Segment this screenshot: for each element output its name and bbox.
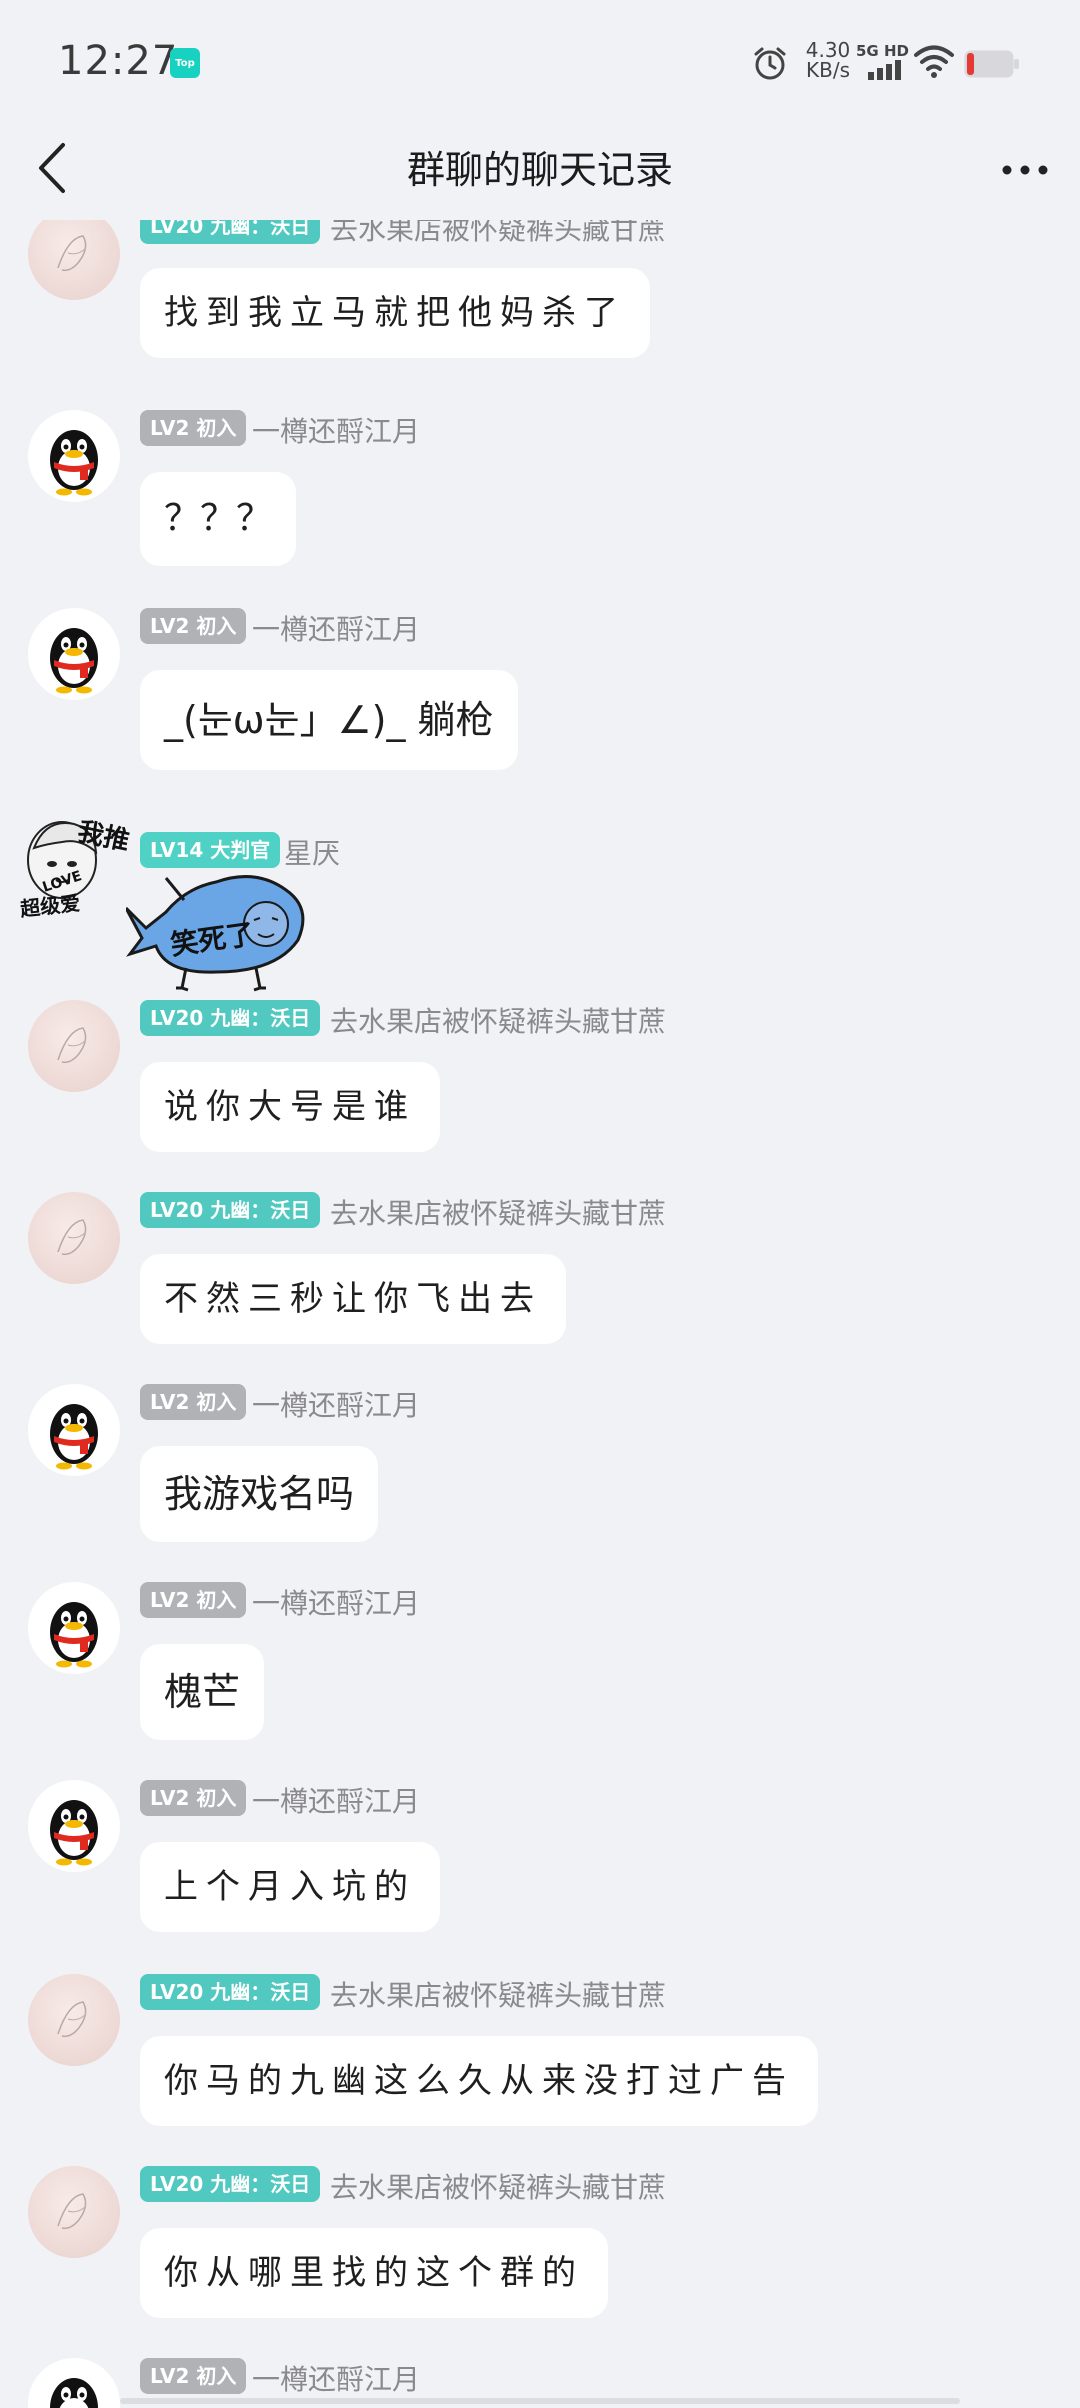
sticker-message[interactable]: 笑死了	[124, 848, 316, 1000]
network-speed: 4.30 KB/s	[798, 40, 858, 80]
nickname: 一樽还酹江月	[252, 1389, 421, 1422]
level-badge: LV2 初入	[140, 410, 247, 446]
level-badge: LV20 九幽：沃日	[140, 220, 321, 244]
battery-icon	[964, 50, 1019, 78]
nickname: 一樽还酹江月	[252, 613, 421, 646]
wifi-icon	[914, 45, 954, 78]
nickname: 去水果店被怀疑裤头藏甘蔗	[330, 220, 667, 246]
nickname: 去水果店被怀疑裤头藏甘蔗	[330, 1979, 667, 2012]
status-bar: 12:27 Top 4.30 KB/s 5G HD	[0, 0, 1080, 125]
level-badge: LV20 九幽：沃日	[140, 1192, 321, 1228]
network-speed-unit: KB/s	[806, 58, 850, 82]
more-dots-icon	[1002, 165, 1048, 175]
status-icons: 4.30 KB/s 5G HD	[752, 40, 1052, 90]
nav-bar: 群聊的聊天记录	[0, 125, 1080, 220]
level-badge: LV2 初入	[140, 1384, 247, 1420]
penguin-icon	[50, 2378, 98, 2408]
penguin-avatar[interactable]	[28, 410, 120, 502]
sketch-drawing-icon	[57, 2001, 87, 2038]
sketch-drawing-icon	[57, 1027, 87, 1064]
sketch-avatar[interactable]	[28, 220, 120, 300]
level-badge: LV2 初入	[140, 608, 247, 644]
sticker-avatar[interactable]: 我推 LOVE 超级爱	[16, 808, 134, 926]
penguin-avatar[interactable]	[28, 1384, 120, 1476]
penguin-avatar[interactable]	[28, 2358, 120, 2408]
message-bubble[interactable]: 说你大号是谁	[140, 1062, 440, 1152]
level-badge: LV2 初入	[140, 1582, 247, 1618]
message-bubble[interactable]: 槐芒	[140, 1644, 265, 1740]
sketch-avatar[interactable]	[28, 2166, 120, 2258]
message-bubble[interactable]: 不然三秒让你飞出去	[140, 1254, 566, 1344]
message-bubble[interactable]: 你从哪里找的这个群的	[140, 2228, 608, 2318]
nickname: 一樽还酹江月	[252, 1785, 421, 1818]
nickname: 一樽还酹江月	[252, 2363, 421, 2396]
message-bubble[interactable]: _(눈ω눈」∠)_ 躺枪	[140, 670, 518, 770]
network-speed-value: 4.30	[805, 38, 851, 62]
sketch-drawing-icon	[57, 1219, 87, 1256]
penguin-icon	[50, 430, 98, 496]
top-app-badge-icon: Top	[170, 48, 200, 78]
status-time: 12:27	[58, 38, 179, 84]
chat-record-list[interactable]: LV20 九幽：沃日 去水果店被怀疑裤头藏甘蔗 找到我立马就把他妈杀了 LV2 …	[0, 220, 1080, 2408]
sketch-avatar[interactable]	[28, 1192, 120, 1284]
nickname: 去水果店被怀疑裤头藏甘蔗	[330, 2171, 667, 2204]
more-options-button[interactable]	[990, 135, 1060, 205]
chevron-left-icon	[39, 143, 65, 193]
penguin-avatar[interactable]	[28, 1780, 120, 1872]
alarm-icon	[754, 47, 786, 80]
back-button[interactable]	[22, 133, 82, 203]
level-badge: LV20 九幽：沃日	[140, 1974, 321, 2010]
nickname: 一樽还酹江月	[252, 1587, 421, 1620]
penguin-icon	[50, 1800, 98, 1866]
message-bubble[interactable]: ？？？	[140, 472, 297, 566]
level-badge: LV2 初入	[140, 1780, 247, 1816]
page-title: 群聊的聊天记录	[406, 148, 673, 192]
message-bubble[interactable]: 你马的九幽这么久从来没打过广告	[140, 2036, 818, 2126]
penguin-icon	[50, 628, 98, 694]
nickname: 一樽还酹江月	[252, 415, 421, 448]
sketch-avatar[interactable]	[28, 1974, 120, 2066]
sketch-avatar[interactable]	[28, 1000, 120, 1092]
penguin-icon	[50, 1404, 98, 1470]
level-badge: LV20 九幽：沃日	[140, 2166, 321, 2202]
penguin-icon	[50, 1602, 98, 1668]
sketch-drawing-icon	[57, 2193, 87, 2230]
message-bubble[interactable]: 我游戏名吗	[140, 1446, 379, 1542]
bottom-edge-divider	[120, 2398, 960, 2404]
nickname: 去水果店被怀疑裤头藏甘蔗	[330, 1005, 667, 1038]
penguin-avatar[interactable]	[28, 1582, 120, 1674]
message-bubble[interactable]: 上个月入坑的	[140, 1842, 440, 1932]
network-type: 5G HD	[856, 42, 909, 60]
level-badge: LV2 初入	[140, 2358, 247, 2394]
nickname: 去水果店被怀疑裤头藏甘蔗	[330, 1197, 667, 1230]
sketch-drawing-icon	[57, 235, 87, 272]
signal-icon	[868, 60, 901, 80]
level-badge: LV20 九幽：沃日	[140, 1000, 321, 1036]
message-bubble[interactable]: 找到我立马就把他妈杀了	[140, 268, 650, 358]
penguin-avatar[interactable]	[28, 608, 120, 700]
